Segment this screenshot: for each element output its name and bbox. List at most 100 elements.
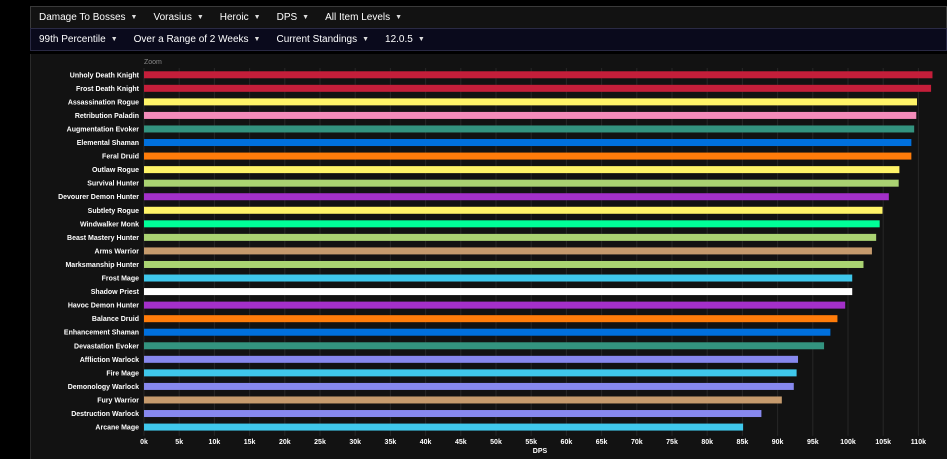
bar-affliction-warlock[interactable] — [144, 355, 799, 363]
bar-destruction-warlock[interactable] — [144, 410, 762, 418]
category-label-demonology-warlock: Demonology Warlock — [68, 384, 139, 391]
chevron-down-icon: ▼ — [302, 14, 310, 21]
filter-label: 12.0.5 — [385, 34, 413, 45]
category-label-shadow-priest: Shadow Priest — [91, 289, 140, 296]
category-label-fury-warrior: Fury Warrior — [97, 397, 139, 404]
bar-subtlety-rogue[interactable] — [144, 206, 883, 214]
chevron-down-icon: ▼ — [253, 14, 261, 21]
filter-heroic-dropdown[interactable]: Heroic ▼ — [212, 12, 269, 23]
x-tick-label: 75k — [666, 439, 678, 446]
chevron-down-icon: ▼ — [196, 14, 204, 21]
x-tick-label: 90k — [772, 439, 784, 446]
filter-label: DPS — [276, 12, 298, 23]
x-axis-label: DPS — [533, 448, 548, 455]
filter-label: Over a Range of 2 Weeks — [133, 34, 249, 45]
bar-arcane-mage[interactable] — [144, 423, 744, 431]
bar-survival-hunter[interactable] — [144, 179, 899, 187]
filter-label: Current Standings — [276, 34, 358, 45]
category-label-survival-hunter: Survival Hunter — [87, 181, 139, 188]
chevron-down-icon: ▼ — [130, 14, 138, 21]
bar-frost-death-knight[interactable] — [144, 84, 932, 92]
x-tick-label: 30k — [349, 439, 361, 446]
filter-vorasius-dropdown[interactable]: Vorasius ▼ — [145, 12, 211, 23]
filter-bar-primary: Damage To Bosses ▼ Vorasius ▼ Heroic ▼ DPS ▼ All… — [30, 6, 947, 29]
x-tick-label: 40k — [420, 439, 432, 446]
category-label-devastation-evoker: Devastation Evoker — [74, 343, 139, 350]
x-tick-label: 100k — [840, 439, 856, 446]
bar-outlaw-rogue[interactable] — [144, 166, 900, 174]
x-tick-label: 105k — [875, 439, 891, 446]
bar-fire-mage[interactable] — [144, 369, 797, 377]
bar-devourer-demon-hunter[interactable] — [144, 193, 889, 201]
bar-havoc-demon-hunter[interactable] — [144, 301, 846, 309]
filter-all-item-levels-dropdown[interactable]: All Item Levels ▼ — [317, 12, 410, 23]
zoom-label[interactable]: Zoom — [144, 59, 162, 66]
filter-bar-secondary: 99th Percentile ▼ Over a Range of 2 Weeks ▼… — [30, 28, 947, 51]
category-label-affliction-warlock: Affliction Warlock — [80, 357, 139, 364]
category-label-destruction-warlock: Destruction Warlock — [71, 411, 139, 418]
filter-label: 99th Percentile — [39, 34, 106, 45]
category-label-subtlety-rogue: Subtlety Rogue — [88, 208, 139, 215]
x-tick-label: 45k — [455, 439, 467, 446]
bar-balance-druid[interactable] — [144, 315, 838, 323]
x-tick-label: 20k — [279, 439, 291, 446]
x-tick-label: 70k — [631, 439, 643, 446]
category-label-frost-death-knight: Frost Death Knight — [76, 86, 140, 93]
x-tick-label: 55k — [525, 439, 537, 446]
dps-bar-chart: Zoom Unholy Death Knight Frost Death Knig… — [58, 59, 933, 455]
category-label-augmentation-evoker: Augmentation Evoker — [67, 126, 140, 133]
category-label-enhancement-shaman: Enhancement Shaman — [64, 330, 139, 337]
category-label-frost-mage: Frost Mage — [102, 276, 139, 283]
chevron-down-icon: ▼ — [253, 36, 261, 43]
x-tick-label: 110k — [911, 439, 926, 446]
bar-fury-warrior[interactable] — [144, 396, 782, 404]
category-label-feral-druid: Feral Druid — [102, 154, 139, 161]
x-tick-label: 0k — [140, 439, 148, 446]
bar-feral-druid[interactable] — [144, 152, 912, 160]
category-label-elemental-shaman: Elemental Shaman — [77, 140, 139, 147]
bar-windwalker-monk[interactable] — [144, 220, 880, 228]
bar-frost-mage[interactable] — [144, 274, 853, 282]
bar-demonology-warlock[interactable] — [144, 382, 794, 390]
bar-beast-mastery-hunter[interactable] — [144, 233, 877, 241]
x-tick-label: 5k — [175, 439, 183, 446]
category-label-havoc-demon-hunter: Havoc Demon Hunter — [68, 303, 139, 310]
category-label-assassination-rogue: Assassination Rogue — [68, 99, 139, 106]
bar-devastation-evoker[interactable] — [144, 342, 825, 350]
filter-dps-dropdown[interactable]: DPS ▼ — [269, 12, 318, 23]
filter-current-standings-dropdown[interactable]: Current Standings ▼ — [268, 34, 377, 45]
x-tick-label: 25k — [314, 439, 326, 446]
bar-enhancement-shaman[interactable] — [144, 328, 831, 336]
bar-retribution-paladin[interactable] — [144, 111, 917, 119]
filter-over-a-range-of-2-weeks-dropdown[interactable]: Over a Range of 2 Weeks ▼ — [126, 34, 269, 45]
bar-assassination-rogue[interactable] — [144, 98, 917, 106]
filter-label: Damage To Bosses — [39, 12, 126, 23]
filter-label: Vorasius — [153, 12, 192, 23]
category-label-devourer-demon-hunter: Devourer Demon Hunter — [58, 194, 139, 201]
bar-elemental-shaman[interactable] — [144, 139, 912, 147]
x-tick-label: 60k — [561, 439, 573, 446]
filter-label: All Item Levels — [325, 12, 391, 23]
chevron-down-icon: ▼ — [110, 36, 118, 43]
bar-unholy-death-knight[interactable] — [144, 71, 933, 79]
bar-arms-warrior[interactable] — [144, 247, 872, 255]
category-label-outlaw-rogue: Outlaw Rogue — [92, 167, 139, 174]
chevron-down-icon: ▼ — [417, 36, 425, 43]
bar-marksmanship-hunter[interactable] — [144, 260, 864, 268]
category-label-retribution-paladin: Retribution Paladin — [75, 113, 139, 120]
category-label-arcane-mage: Arcane Mage — [95, 425, 139, 432]
category-label-beast-mastery-hunter: Beast Mastery Hunter — [67, 235, 139, 242]
x-tick-label: 95k — [807, 439, 819, 446]
filter-label: Heroic — [219, 12, 249, 23]
chart-panel: Zoom Unholy Death Knight Frost Death Knig… — [30, 54, 947, 459]
x-tick-label: 65k — [596, 439, 608, 446]
filter-12-0-5-dropdown[interactable]: 12.0.5 ▼ — [377, 34, 433, 45]
bar-shadow-priest[interactable] — [144, 288, 853, 296]
x-tick-label: 80k — [701, 439, 713, 446]
filter-99th-percentile-dropdown[interactable]: 99th Percentile ▼ — [31, 34, 126, 45]
category-label-windwalker-monk: Windwalker Monk — [80, 221, 139, 228]
filter-damage-to-bosses-dropdown[interactable]: Damage To Bosses ▼ — [31, 12, 145, 23]
bar-augmentation-evoker[interactable] — [144, 125, 915, 133]
x-tick-label: 85k — [737, 439, 749, 446]
category-label-unholy-death-knight: Unholy Death Knight — [70, 72, 140, 79]
